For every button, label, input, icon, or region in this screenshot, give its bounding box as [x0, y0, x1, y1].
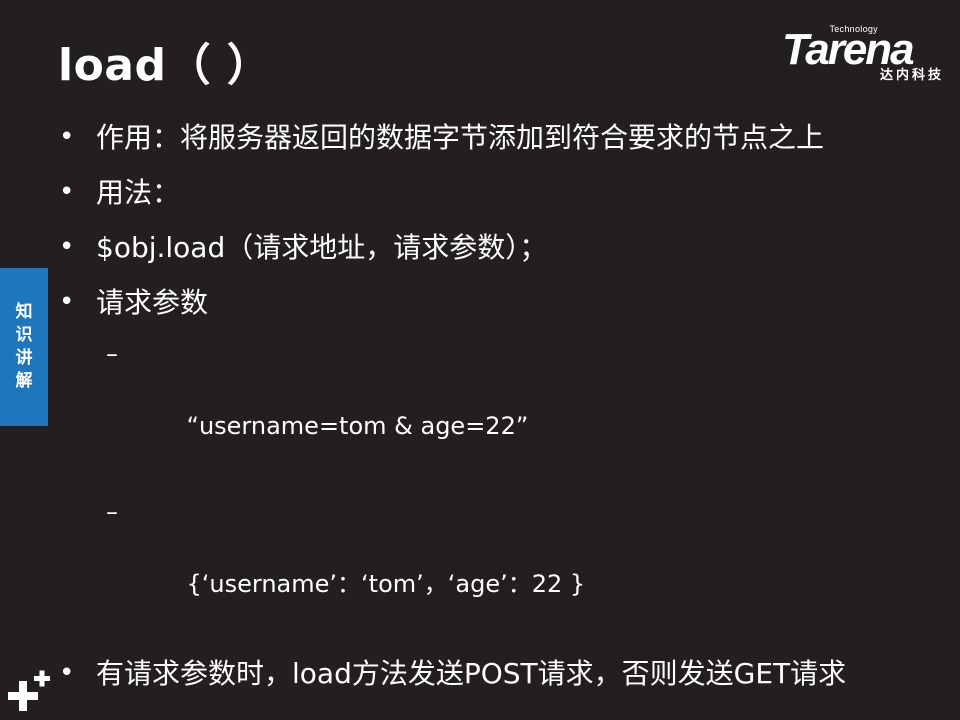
bullet-item: • 请求参数 [58, 281, 918, 324]
slide-title: load（ ） [58, 40, 272, 91]
bullet-dot-icon: • [59, 232, 75, 262]
bullet-dot-icon: • [59, 122, 75, 152]
bullet-text: 有请求参数时，load方法发送POST请求，否则发送GET请求 [96, 657, 847, 690]
bullet-item: • 作用：将服务器返回的数据字节添加到符合要求的节点之上 [58, 116, 918, 159]
bullet-dot-icon: • [59, 177, 75, 207]
bullet-dot-icon: • [59, 287, 75, 317]
side-tab-char: 识 [15, 325, 33, 345]
knowledge-explanation-tab: 知 识 讲 解 [0, 268, 48, 426]
sub-item: – “username=tom & age=22” [58, 336, 918, 480]
bullet-text: 请求参数 [96, 286, 209, 319]
sub-item: – {‘username’：‘tom’，‘age’：22 } [58, 494, 918, 638]
sub-item-text: “username=tom & age=22” [186, 412, 529, 440]
logo-subtitle: 达内科技 [879, 68, 944, 83]
side-tab-char: 讲 [15, 348, 33, 368]
dash-icon: – [106, 340, 118, 368]
bullet-text: 作用：将服务器返回的数据字节添加到符合要求的节点之上 [96, 121, 825, 154]
tarena-logo: Technology Tarena 达内科技 [778, 20, 948, 86]
bullet-item: • $obj.load（请求地址，请求参数）； [58, 226, 918, 269]
dash-icon: – [106, 498, 118, 526]
plus-decoration-icon [8, 670, 50, 711]
side-tab-char: 知 [15, 302, 33, 322]
slide-content: • 作用：将服务器返回的数据字节添加到符合要求的节点之上 • 用法： • $ob… [58, 116, 918, 707]
bullet-item: • 有请求参数时，load方法发送POST请求，否则发送GET请求 [58, 652, 918, 695]
bullet-text: $obj.load（请求地址，请求参数）； [96, 231, 548, 264]
bullet-item: • 用法： [58, 171, 918, 214]
side-tab-char: 解 [15, 371, 33, 391]
bullet-text: 用法： [96, 176, 181, 209]
bullet-dot-icon: • [59, 658, 75, 688]
sub-item-text: {‘username’：‘tom’，‘age’：22 } [186, 570, 586, 598]
